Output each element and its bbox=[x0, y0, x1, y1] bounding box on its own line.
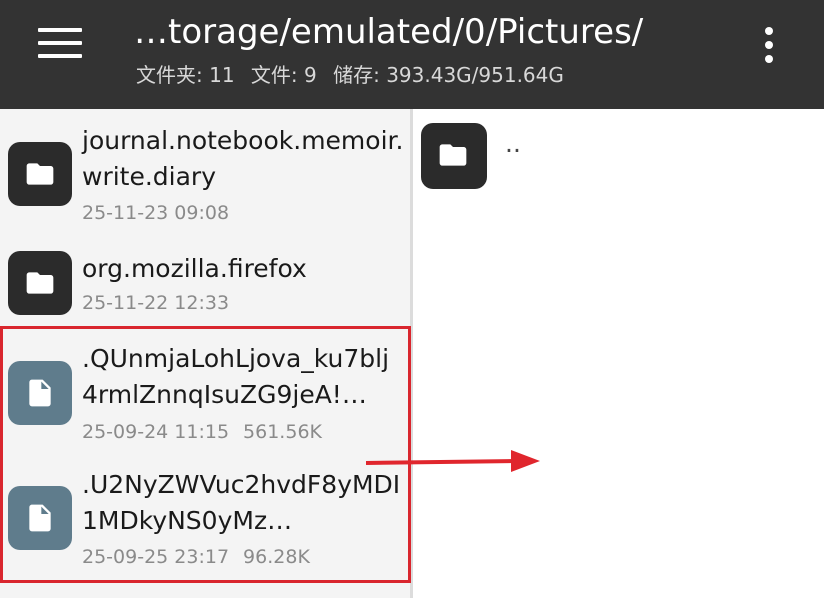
file-icon bbox=[8, 361, 72, 425]
item-meta: 25-11-23 09:08 bbox=[82, 201, 229, 225]
storage-stats: 文件夹: 11 文件: 9 储存: 393.43G/951.64G bbox=[136, 62, 574, 88]
item-size: 561.56K bbox=[243, 421, 322, 443]
item-date: 25-11-22 12:33 bbox=[82, 292, 230, 314]
item-meta: 25-09-25 23:17 96.28K bbox=[82, 545, 310, 569]
item-name: .U2NyZWVuc2hvdF8yMDI1MDkyNS0yMz… bbox=[82, 470, 401, 535]
item-date: 25-09-24 11:15 bbox=[82, 421, 230, 443]
item-name: org.mozilla.firefox bbox=[82, 254, 307, 283]
file-count: 文件: 9 bbox=[250, 63, 317, 87]
storage-usage: 储存: 393.43G/951.64G bbox=[333, 63, 564, 87]
item-size: 96.28K bbox=[243, 546, 310, 568]
folder-icon bbox=[8, 251, 72, 315]
parent-directory-label: .. bbox=[505, 129, 521, 158]
app-bar: …torage/emulated/0/Pictures/ 文件夹: 11 文件:… bbox=[0, 0, 824, 109]
item-date: 25-09-25 23:17 bbox=[82, 546, 230, 568]
item-date: 25-11-23 09:08 bbox=[82, 202, 230, 224]
folder-count: 文件夹: 11 bbox=[136, 63, 235, 87]
item-name: .QUnmjaLohLjova_ku7blj4rmlZnnqIsuZG9jeA!… bbox=[82, 344, 390, 409]
item-meta: 25-11-22 12:33 bbox=[82, 291, 229, 315]
file-icon bbox=[8, 486, 72, 550]
left-file-pane[interactable]: journal.notebook.memoir.write.diary 25-1… bbox=[0, 109, 410, 598]
current-path-title[interactable]: …torage/emulated/0/Pictures/ bbox=[134, 10, 643, 54]
list-item[interactable]: .QUnmjaLohLjova_ku7blj4rmlZnnqIsuZG9jeA!… bbox=[0, 341, 410, 451]
parent-directory-item[interactable]: .. bbox=[421, 123, 817, 193]
folder-icon bbox=[8, 142, 72, 206]
list-item[interactable]: .U2NyZWVuc2hvdF8yMDI1MDkyNS0yMz… 25-09-2… bbox=[0, 467, 410, 577]
list-item[interactable]: journal.notebook.memoir.write.diary 25-1… bbox=[0, 123, 410, 233]
right-file-pane[interactable]: .. bbox=[413, 109, 824, 598]
hamburger-menu-icon[interactable] bbox=[38, 28, 84, 60]
item-meta: 25-09-24 11:15 561.56K bbox=[82, 420, 322, 444]
list-item[interactable]: org.mozilla.firefox 25-11-22 12:33 bbox=[0, 248, 410, 318]
folder-icon bbox=[421, 123, 487, 189]
more-vertical-icon[interactable] bbox=[756, 24, 782, 66]
item-name: journal.notebook.memoir.write.diary bbox=[82, 126, 404, 191]
